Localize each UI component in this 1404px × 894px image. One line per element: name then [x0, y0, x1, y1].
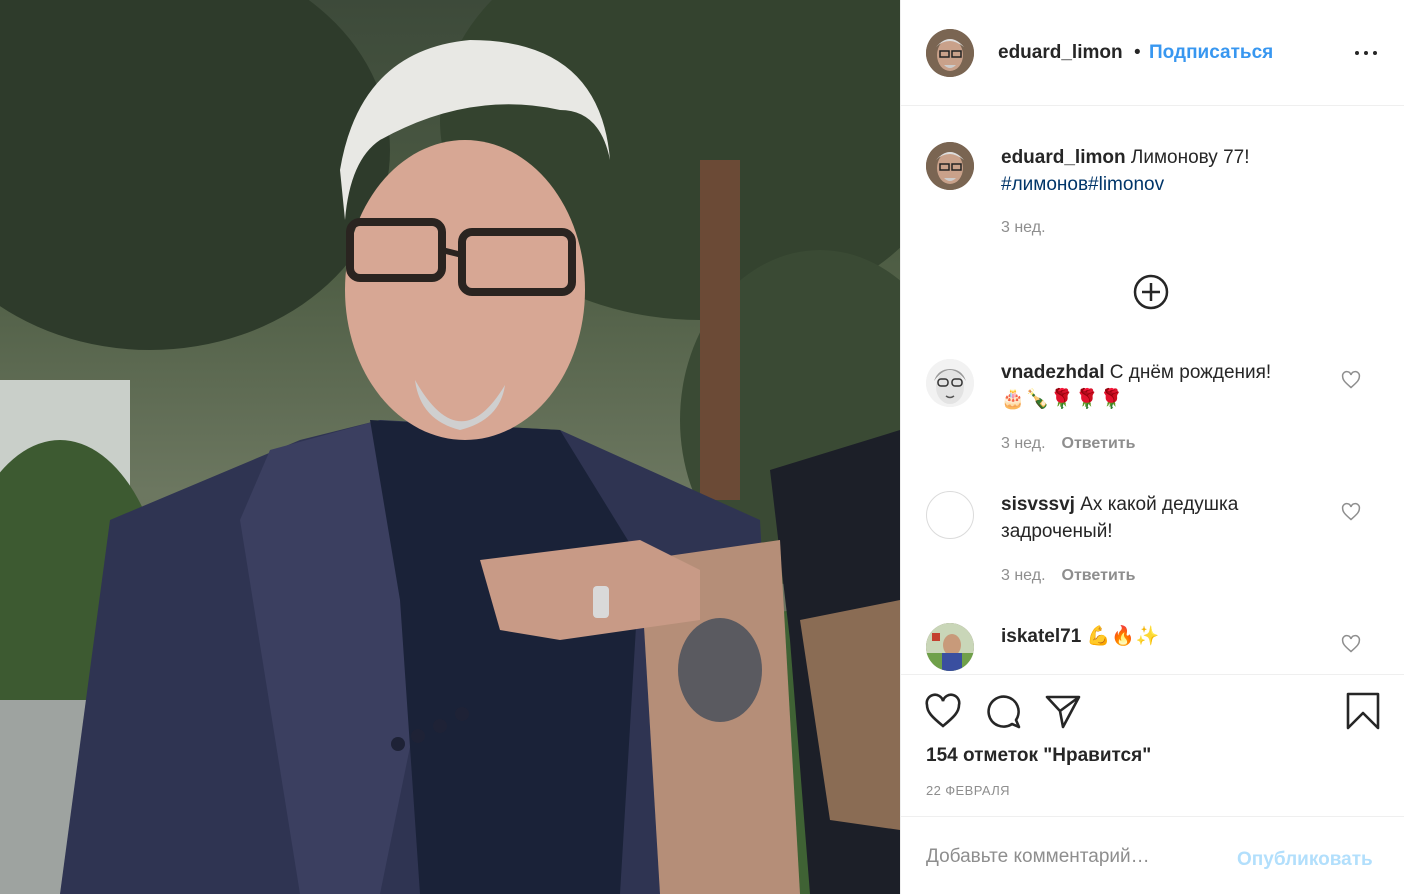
heart-icon[interactable] — [1341, 502, 1361, 522]
caption-meta: 3 нед. — [1001, 219, 1046, 237]
follow-button[interactable]: Подписаться — [1149, 42, 1273, 64]
comment-icon[interactable] — [983, 691, 1023, 731]
heart-icon[interactable] — [1341, 370, 1361, 390]
comment-composer: Опубликовать — [901, 816, 1404, 894]
more-options-icon[interactable] — [1353, 40, 1379, 66]
reply-button[interactable]: Ответить — [1062, 435, 1136, 452]
avatar-image — [926, 359, 974, 407]
comment-time[interactable]: 3 нед. — [1001, 567, 1046, 584]
caption-hashtags[interactable]: #лимонов#limonov — [1001, 174, 1164, 195]
comment-text: iskatel71 💪🔥✨ — [1001, 623, 1331, 650]
author-avatar[interactable] — [926, 29, 974, 77]
comment-author[interactable]: sisvssvj — [1001, 494, 1075, 515]
portrait-photo-illustration — [0, 0, 900, 894]
avatar-image — [926, 142, 974, 190]
share-icon[interactable] — [1043, 691, 1083, 731]
comment-item: sisvssvj Ах какой дедушка задроченый! 3 … — [901, 487, 1404, 607]
caption-text: eduard_limon Лимонову 77! #лимонов#limon… — [1001, 144, 1331, 198]
avatar-image — [926, 623, 974, 671]
comment-text: vnadezhdal С днём рождения! 🎂🍾🌹🌹🌹 — [1001, 359, 1331, 413]
post-photo[interactable] — [0, 0, 900, 894]
comment-body: С днём рождения! — [1109, 362, 1272, 383]
comment-input[interactable] — [926, 839, 1226, 875]
heart-icon[interactable] — [1341, 634, 1361, 654]
caption-body: Лимонову 77! — [1130, 147, 1250, 168]
comment-emoji: 💪🔥✨ — [1086, 625, 1161, 647]
reply-button[interactable]: Ответить — [1062, 567, 1136, 584]
post-date[interactable]: 22 февраля — [926, 783, 1010, 798]
comment-meta: 3 нед. Ответить — [1001, 567, 1135, 585]
bookmark-icon[interactable] — [1343, 691, 1383, 731]
caption-avatar[interactable] — [926, 142, 974, 190]
comments-list[interactable]: eduard_limon Лимонову 77! #лимонов#limon… — [901, 107, 1404, 673]
caption-author[interactable]: eduard_limon — [1001, 147, 1126, 168]
action-bar: 154 отметок "Нравится" 22 февраля — [901, 674, 1404, 816]
post-side-panel: eduard_limon • Подписаться eduard_limon — [900, 0, 1404, 894]
heart-icon[interactable] — [923, 691, 963, 731]
comment-author[interactable]: vnadezhdal — [1001, 362, 1104, 383]
commenter-avatar[interactable] — [926, 491, 974, 539]
author-username[interactable]: eduard_limon — [998, 42, 1123, 64]
comment-item: vnadezhdal С днём рождения! 🎂🍾🌹🌹🌹 3 нед.… — [901, 355, 1404, 475]
commenter-avatar[interactable] — [926, 623, 974, 671]
comment-time[interactable]: 3 нед. — [1001, 435, 1046, 452]
publish-button[interactable]: Опубликовать — [1237, 849, 1373, 871]
comment-emoji: 🎂🍾🌹🌹🌹 — [1001, 388, 1125, 410]
comment-text: sisvssvj Ах какой дедушка задроченый! — [1001, 491, 1301, 545]
separator-dot: • — [1134, 42, 1141, 63]
comment-author[interactable]: iskatel71 — [1001, 626, 1081, 647]
commenter-avatar[interactable] — [926, 359, 974, 407]
likes-count[interactable]: 154 отметок "Нравится" — [926, 745, 1151, 767]
plus-circle-icon[interactable] — [1133, 274, 1169, 310]
caption-item: eduard_limon Лимонову 77! #лимонов#limon… — [901, 107, 1404, 257]
caption-time[interactable]: 3 нед. — [1001, 219, 1046, 236]
comment-item: iskatel71 💪🔥✨ — [901, 619, 1404, 673]
post-header: eduard_limon • Подписаться — [901, 0, 1404, 106]
comment-meta: 3 нед. Ответить — [1001, 435, 1135, 453]
avatar-image — [926, 29, 974, 77]
